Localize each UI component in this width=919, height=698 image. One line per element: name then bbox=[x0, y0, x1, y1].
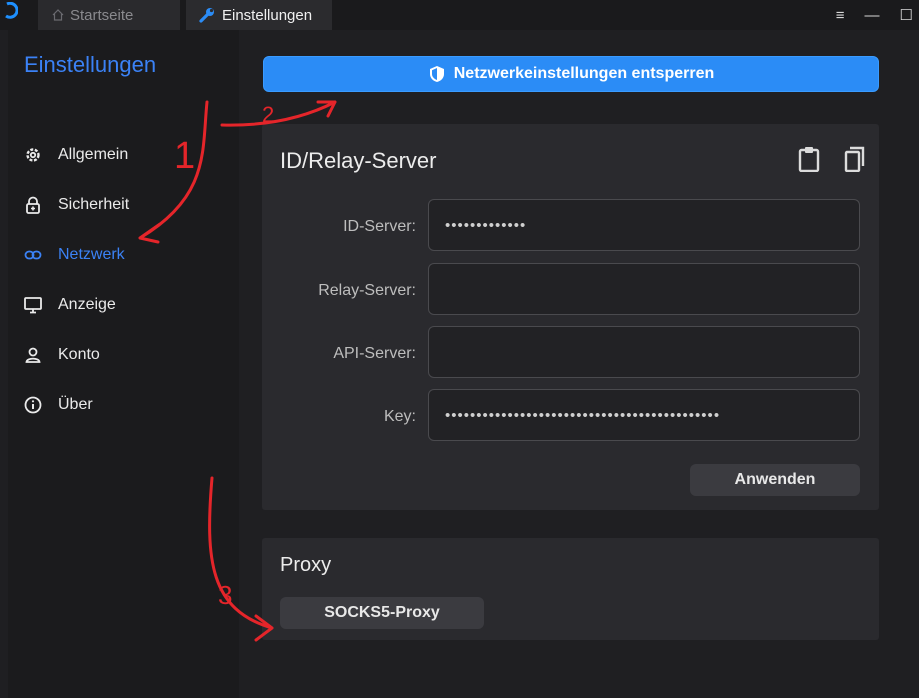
key-label: Key: bbox=[383, 408, 416, 425]
shield-icon bbox=[429, 66, 444, 82]
sidebar-item-label: Über bbox=[58, 396, 93, 413]
minimize-icon[interactable]: — bbox=[865, 7, 880, 24]
proxy-title: Proxy bbox=[280, 554, 332, 576]
app-logo-icon bbox=[5, 2, 18, 19]
link-icon bbox=[24, 250, 42, 260]
sidebar-item-netzwerk[interactable]: Netzwerk bbox=[8, 230, 239, 280]
api-server-label: API-Server: bbox=[333, 345, 416, 362]
sidebar-title: Einstellungen bbox=[24, 52, 157, 77]
unlock-button-label: Netzwerkeinstellungen entsperren bbox=[453, 65, 715, 82]
sidebar-item-ueber[interactable]: Über bbox=[8, 380, 239, 430]
monitor-icon bbox=[24, 297, 42, 314]
sidebar-item-sicherheit[interactable]: Sicherheit bbox=[8, 180, 239, 230]
sidebar-nav: Allgemein Sicherheit Netzwerk Anzeige Ko… bbox=[8, 130, 239, 430]
tab-home[interactable]: Startseite bbox=[38, 0, 180, 30]
tab-settings[interactable]: Einstellungen bbox=[186, 0, 332, 30]
info-icon bbox=[24, 396, 42, 414]
sidebar-item-label: Allgemein bbox=[58, 146, 129, 163]
maximize-icon[interactable]: ☐ bbox=[900, 6, 913, 24]
api-server-input[interactable] bbox=[428, 326, 860, 378]
sidebar-item-anzeige[interactable]: Anzeige bbox=[8, 280, 239, 330]
gear-icon bbox=[26, 148, 40, 162]
sidebar-item-label: Konto bbox=[58, 346, 100, 363]
socks5-proxy-button[interactable]: SOCKS5-Proxy bbox=[280, 597, 484, 629]
id-relay-server-card: ID/Relay-Server ID-Server: •••••••••••••… bbox=[262, 124, 879, 510]
tab-settings-label: Einstellungen bbox=[222, 6, 313, 24]
lock-icon bbox=[26, 196, 40, 214]
proxy-card: Proxy SOCKS5-Proxy bbox=[262, 538, 879, 640]
clipboard-icon[interactable] bbox=[798, 146, 820, 172]
relay-server-input[interactable] bbox=[428, 263, 860, 315]
copy-icon[interactable] bbox=[844, 146, 866, 172]
card-title: ID/Relay-Server bbox=[280, 148, 437, 173]
wrench-icon bbox=[199, 8, 214, 23]
id-server-label: ID-Server: bbox=[343, 218, 416, 235]
sidebar-item-label: Netzwerk bbox=[58, 246, 125, 263]
sidebar-item-label: Sicherheit bbox=[58, 196, 130, 213]
key-input[interactable]: ••••••••••••••••••••••••••••••••••••••••… bbox=[428, 389, 860, 441]
sidebar-item-konto[interactable]: Konto bbox=[8, 330, 239, 380]
apply-button[interactable]: Anwenden bbox=[690, 464, 860, 496]
unlock-network-settings-button[interactable]: Netzwerkeinstellungen entsperren bbox=[263, 56, 879, 92]
sidebar-item-label: Anzeige bbox=[58, 296, 116, 313]
id-server-input[interactable]: ••••••••••••• bbox=[428, 199, 860, 251]
title-bar: Startseite Einstellungen ≡ — ☐ bbox=[0, 0, 919, 30]
home-icon bbox=[52, 9, 64, 21]
tab-home-label: Startseite bbox=[70, 6, 134, 24]
relay-server-label: Relay-Server: bbox=[318, 282, 416, 299]
sidebar-item-allgemein[interactable]: Allgemein bbox=[8, 130, 239, 180]
window-controls: ≡ — ☐ bbox=[836, 0, 919, 30]
menu-icon[interactable]: ≡ bbox=[836, 7, 845, 24]
sidebar: Einstellungen Allgemein Sicherheit Netzw… bbox=[8, 30, 239, 698]
user-icon bbox=[25, 347, 41, 363]
